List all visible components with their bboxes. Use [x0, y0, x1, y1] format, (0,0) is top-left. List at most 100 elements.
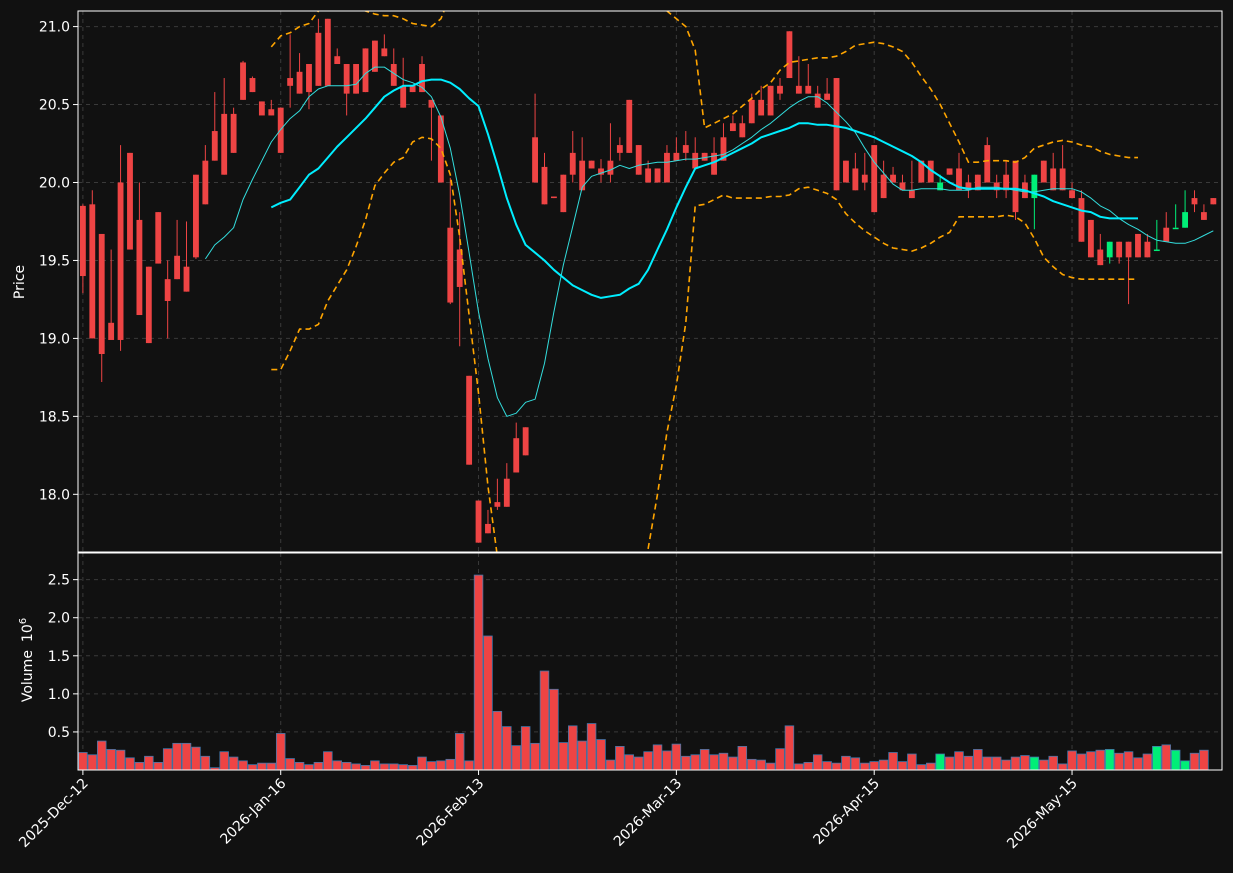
volume-bar [860, 762, 870, 770]
candle-body [758, 99, 765, 116]
candle-body [466, 375, 473, 465]
candle-body [240, 62, 246, 100]
volume-bar [464, 760, 474, 770]
volume-bar [991, 756, 1002, 770]
candle-body [211, 131, 218, 161]
volume-bar [313, 761, 324, 770]
volume-bar [483, 635, 493, 770]
candle-body [852, 168, 859, 191]
candle-body [485, 523, 491, 534]
volume-bar [370, 760, 380, 770]
volume-bar [304, 764, 314, 770]
candlestick-chart: 18.0 18.5 19.0 19.5 20.0 20.5 21.0 0.5 1.0 1.5 2.… [0, 0, 1233, 873]
candle-body [183, 266, 190, 292]
volume-bar [172, 742, 182, 770]
candle-body [1182, 212, 1189, 228]
candle-body [1050, 168, 1057, 191]
volume-bar [850, 757, 861, 770]
volume-tick-label: 1.0 [48, 687, 70, 703]
candle-body [89, 204, 96, 339]
volume-bar [445, 758, 456, 770]
volume-bar [822, 761, 832, 770]
candle-body [1012, 160, 1019, 213]
candle-body [334, 56, 341, 65]
volume-bar [1067, 750, 1077, 770]
candle-body [1087, 219, 1094, 258]
volume-bar [963, 755, 974, 770]
volume-bar [662, 750, 672, 770]
volume-bar [473, 574, 484, 770]
candle-body [1078, 198, 1085, 242]
volume-bar [916, 764, 927, 770]
volume-bar [285, 758, 295, 770]
volume-bar [907, 753, 917, 770]
candle-body [155, 212, 162, 264]
candle-body [814, 93, 821, 108]
candle-body [1116, 241, 1123, 258]
volume-bar [200, 755, 211, 770]
candle-body [843, 160, 849, 183]
candle-body [381, 48, 388, 57]
volume-bar [596, 739, 606, 770]
candle-body [296, 71, 303, 94]
candle-body [193, 174, 199, 258]
volume-bar [1161, 744, 1171, 770]
volume-bar [294, 761, 305, 770]
volume-bar [652, 744, 663, 770]
volume-bar [633, 756, 644, 770]
candle-body [1144, 241, 1151, 258]
volume-bar [841, 755, 851, 770]
volume-bar [699, 749, 710, 770]
volume-bar [605, 759, 616, 770]
candle-body [202, 160, 209, 205]
volume-bar [935, 753, 945, 770]
candle-body [456, 249, 463, 287]
volume-axis-label: Volume106 [18, 618, 36, 702]
volume-bar [794, 763, 804, 770]
volume-bar [1114, 752, 1124, 770]
candle-body [946, 168, 953, 175]
candle-body [108, 322, 115, 340]
volume-bar [219, 751, 229, 770]
volume-bar [436, 760, 446, 770]
candle-body [654, 168, 661, 183]
candle-body [673, 152, 680, 161]
volume-bar [332, 760, 342, 770]
volume-bar [737, 745, 748, 770]
candle-body [1201, 212, 1207, 220]
volume-bar [191, 746, 201, 770]
volume-bar [775, 748, 785, 770]
candle-body [343, 64, 350, 94]
volume-bar [78, 752, 88, 770]
candle-body [1106, 241, 1113, 258]
candle-body [748, 99, 755, 124]
volume-bar [238, 760, 248, 770]
volume-bar [125, 757, 135, 770]
volume-bar [869, 761, 879, 770]
price-axis-label: Price [12, 265, 28, 299]
candle-body [767, 85, 774, 116]
volume-bar [389, 763, 399, 770]
price-tick-label: 18.5 [39, 409, 70, 425]
volume-bar [398, 764, 408, 770]
volume-bar [1076, 753, 1087, 770]
candle-body [324, 18, 331, 86]
candle-body [164, 279, 171, 301]
volume-bar [266, 762, 277, 770]
volume-bar [106, 749, 116, 770]
volume-bar [502, 726, 512, 770]
volume-bar [1199, 749, 1209, 770]
volume-bar [96, 740, 107, 770]
candle-body [127, 152, 133, 250]
volume-bar [530, 742, 540, 770]
volume-bar [323, 751, 333, 770]
volume-bar [709, 754, 719, 770]
candle-body [579, 160, 586, 191]
volume-bar [1039, 759, 1049, 770]
volume-bar [681, 755, 691, 770]
candle-body [635, 145, 642, 175]
volume-bar [878, 759, 889, 770]
volume-bar [407, 765, 418, 770]
price-tick-label: 21.0 [39, 20, 70, 36]
volume-bar [888, 752, 898, 770]
